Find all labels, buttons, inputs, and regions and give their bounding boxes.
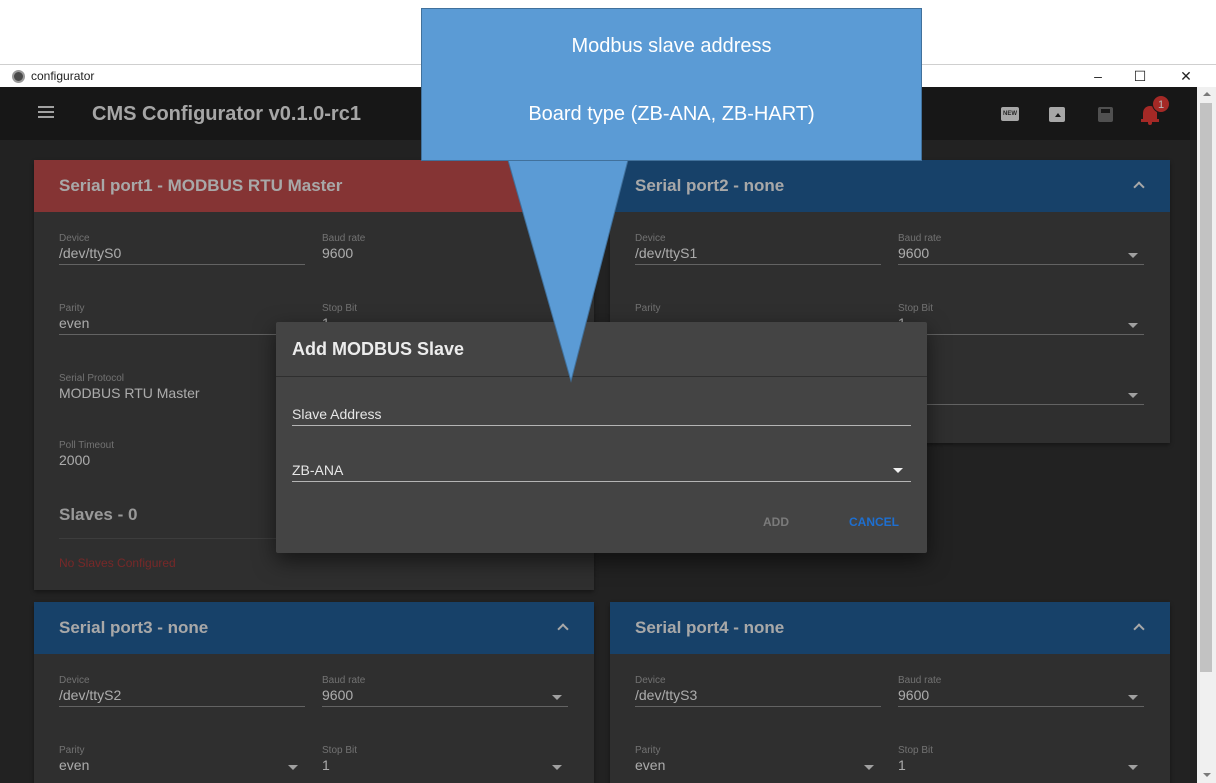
annotation-callout: Modbus slave address Board type (ZB-ANA,…	[421, 8, 922, 161]
callout-line-2: Board type (ZB-ANA, ZB-HART)	[528, 103, 815, 125]
callout-line-1: Modbus slave address	[571, 35, 772, 57]
screenshot-stage: configurator – ☐ ✕ CMS Configurator v0.1…	[0, 0, 1216, 783]
